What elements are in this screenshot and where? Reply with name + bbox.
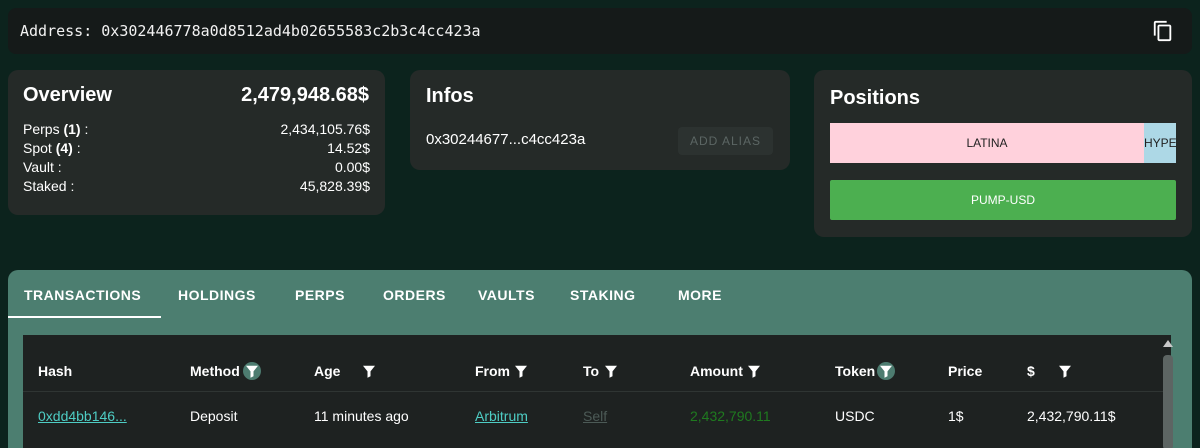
positions-title: Positions (830, 87, 921, 109)
add-alias-button[interactable]: ADD ALIAS (678, 127, 773, 155)
amount-filter-icon[interactable] (745, 362, 763, 380)
header-divider (23, 391, 1171, 392)
tx-to-link[interactable]: Self (583, 408, 607, 424)
overview-row-spot: Spot (4) : 14.52$ (23, 140, 370, 159)
tab-holdings[interactable]: HOLDINGS (178, 270, 256, 318)
address-bar: Address: 0x302446778a0d8512ad4b02655583c… (8, 8, 1192, 54)
overview-row-perps: Perps (1) : 2,434,105.76$ (23, 121, 370, 140)
overview-row-count: (1) (63, 121, 81, 137)
infos-card: Infos 0x30244677...c4cc423a ADD ALIAS (410, 70, 790, 170)
token-filter-icon[interactable] (877, 362, 895, 380)
column-header-hash: Hash (38, 363, 73, 379)
infos-title: Infos (426, 85, 474, 107)
copy-icon[interactable] (1152, 19, 1174, 43)
column-header-usd: $ (1027, 363, 1035, 379)
age-filter-icon[interactable] (360, 362, 378, 380)
overview-row-label: Spot (23, 140, 56, 156)
tx-hash-link[interactable]: 0xdd4bb146... (38, 408, 127, 424)
overview-row-colon: : (72, 140, 81, 156)
overview-row-colon: : (80, 121, 89, 137)
tx-age: 11 minutes ago (314, 408, 409, 424)
column-header-from: From (475, 363, 510, 379)
overview-row-value: 0.00$ (334, 159, 370, 175)
overview-row-label: Perps (23, 121, 64, 137)
overview-row-label: Vault : (23, 159, 62, 175)
overview-title: Overview (23, 84, 112, 106)
tx-method: Deposit (190, 408, 238, 424)
column-header-token: Token (835, 363, 876, 379)
overview-row-count: (4) (55, 140, 73, 156)
tx-usd-value: 2,432,790.11$ (1027, 408, 1116, 424)
column-header-to: To (583, 363, 600, 379)
column-header-method: Method (190, 363, 240, 379)
tab-vaults[interactable]: VAULTS (478, 270, 535, 318)
to-filter-icon[interactable] (602, 362, 620, 380)
tabs-panel: TRANSACTIONS HOLDINGS PERPS ORDERS VAULT… (8, 270, 1192, 448)
tab-perps[interactable]: PERPS (295, 270, 345, 318)
overview-total: 2,479,948.68$ (241, 84, 369, 106)
position-bar-latina[interactable]: LATINA (830, 123, 1144, 163)
short-address[interactable]: 0x30244677...c4cc423a (426, 131, 585, 148)
transactions-table: Hash Method Age From To Amount Token Pri… (23, 335, 1171, 448)
tx-from-link[interactable]: Arbitrum (475, 408, 528, 424)
tab-orders[interactable]: ORDERS (383, 270, 446, 318)
overview-row-staked: Staked : 45,828.39$ (23, 178, 370, 197)
method-filter-icon[interactable] (243, 362, 261, 380)
tab-transactions[interactable]: TRANSACTIONS (24, 270, 141, 318)
tab-staking[interactable]: STAKING (570, 270, 635, 318)
column-header-amount: Amount (690, 363, 743, 379)
tab-more[interactable]: MORE (678, 270, 722, 318)
overview-row-value: 14.52$ (327, 140, 370, 156)
column-header-age: Age (314, 363, 341, 379)
overview-row-value: 2,434,105.76$ (280, 121, 370, 137)
scroll-thumb[interactable] (1163, 355, 1173, 448)
overview-row-vault: Vault : 0.00$ (23, 159, 370, 178)
table-scrollbar[interactable] (1163, 340, 1173, 448)
address-text: Address: 0x302446778a0d8512ad4b02655583c… (20, 22, 481, 40)
overview-row-label: Staked : (23, 178, 75, 194)
tx-price: 1$ (948, 408, 964, 424)
column-header-price: Price (948, 363, 983, 379)
active-tab-indicator (8, 316, 161, 318)
position-bar-pump-usd[interactable]: PUMP-USD (830, 180, 1176, 220)
position-bar-hype[interactable]: HYPE (1144, 123, 1177, 163)
tx-token: USDC (835, 408, 875, 424)
usd-filter-icon[interactable] (1056, 362, 1074, 380)
scroll-up-arrow-icon[interactable] (1163, 340, 1173, 347)
overview-row-value: 45,828.39$ (299, 178, 370, 194)
positions-card: Positions LATINA HYPE PUMP-USD (814, 70, 1192, 237)
overview-card: Overview 2,479,948.68$ Perps (1) : 2,434… (8, 70, 385, 215)
from-filter-icon[interactable] (512, 362, 530, 380)
tx-amount: 2,432,790.11 (690, 408, 771, 424)
